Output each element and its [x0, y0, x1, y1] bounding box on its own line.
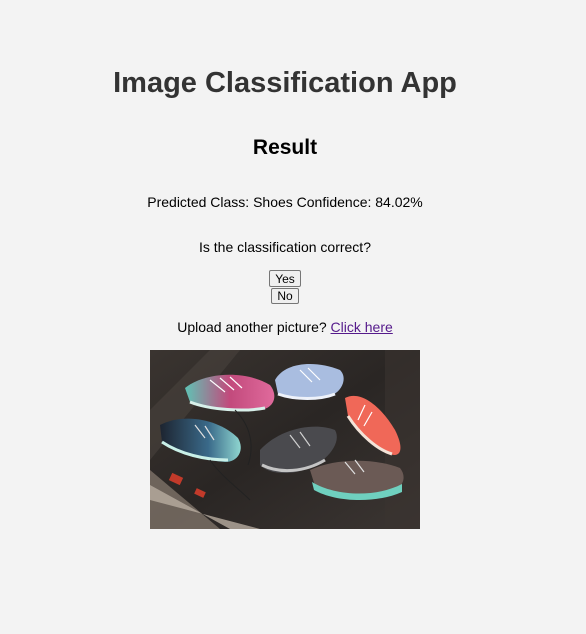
yes-button[interactable]: Yes — [269, 270, 301, 287]
uploaded-image — [150, 350, 420, 529]
result-heading: Result — [252, 136, 318, 159]
page: Image Classification App Result Predicte… — [0, 0, 586, 634]
app-title: Image Classification App — [113, 67, 457, 99]
prediction-text: Predicted Class: Shoes Confidence: 84.02… — [147, 194, 423, 210]
upload-prompt-text: Upload another picture? — [177, 319, 327, 335]
feedback-question: Is the classification correct? — [199, 239, 371, 255]
upload-prompt: Upload another picture? Click here — [0, 318, 570, 336]
no-button[interactable]: No — [271, 288, 299, 304]
click-here-link[interactable]: Click here — [331, 319, 393, 335]
